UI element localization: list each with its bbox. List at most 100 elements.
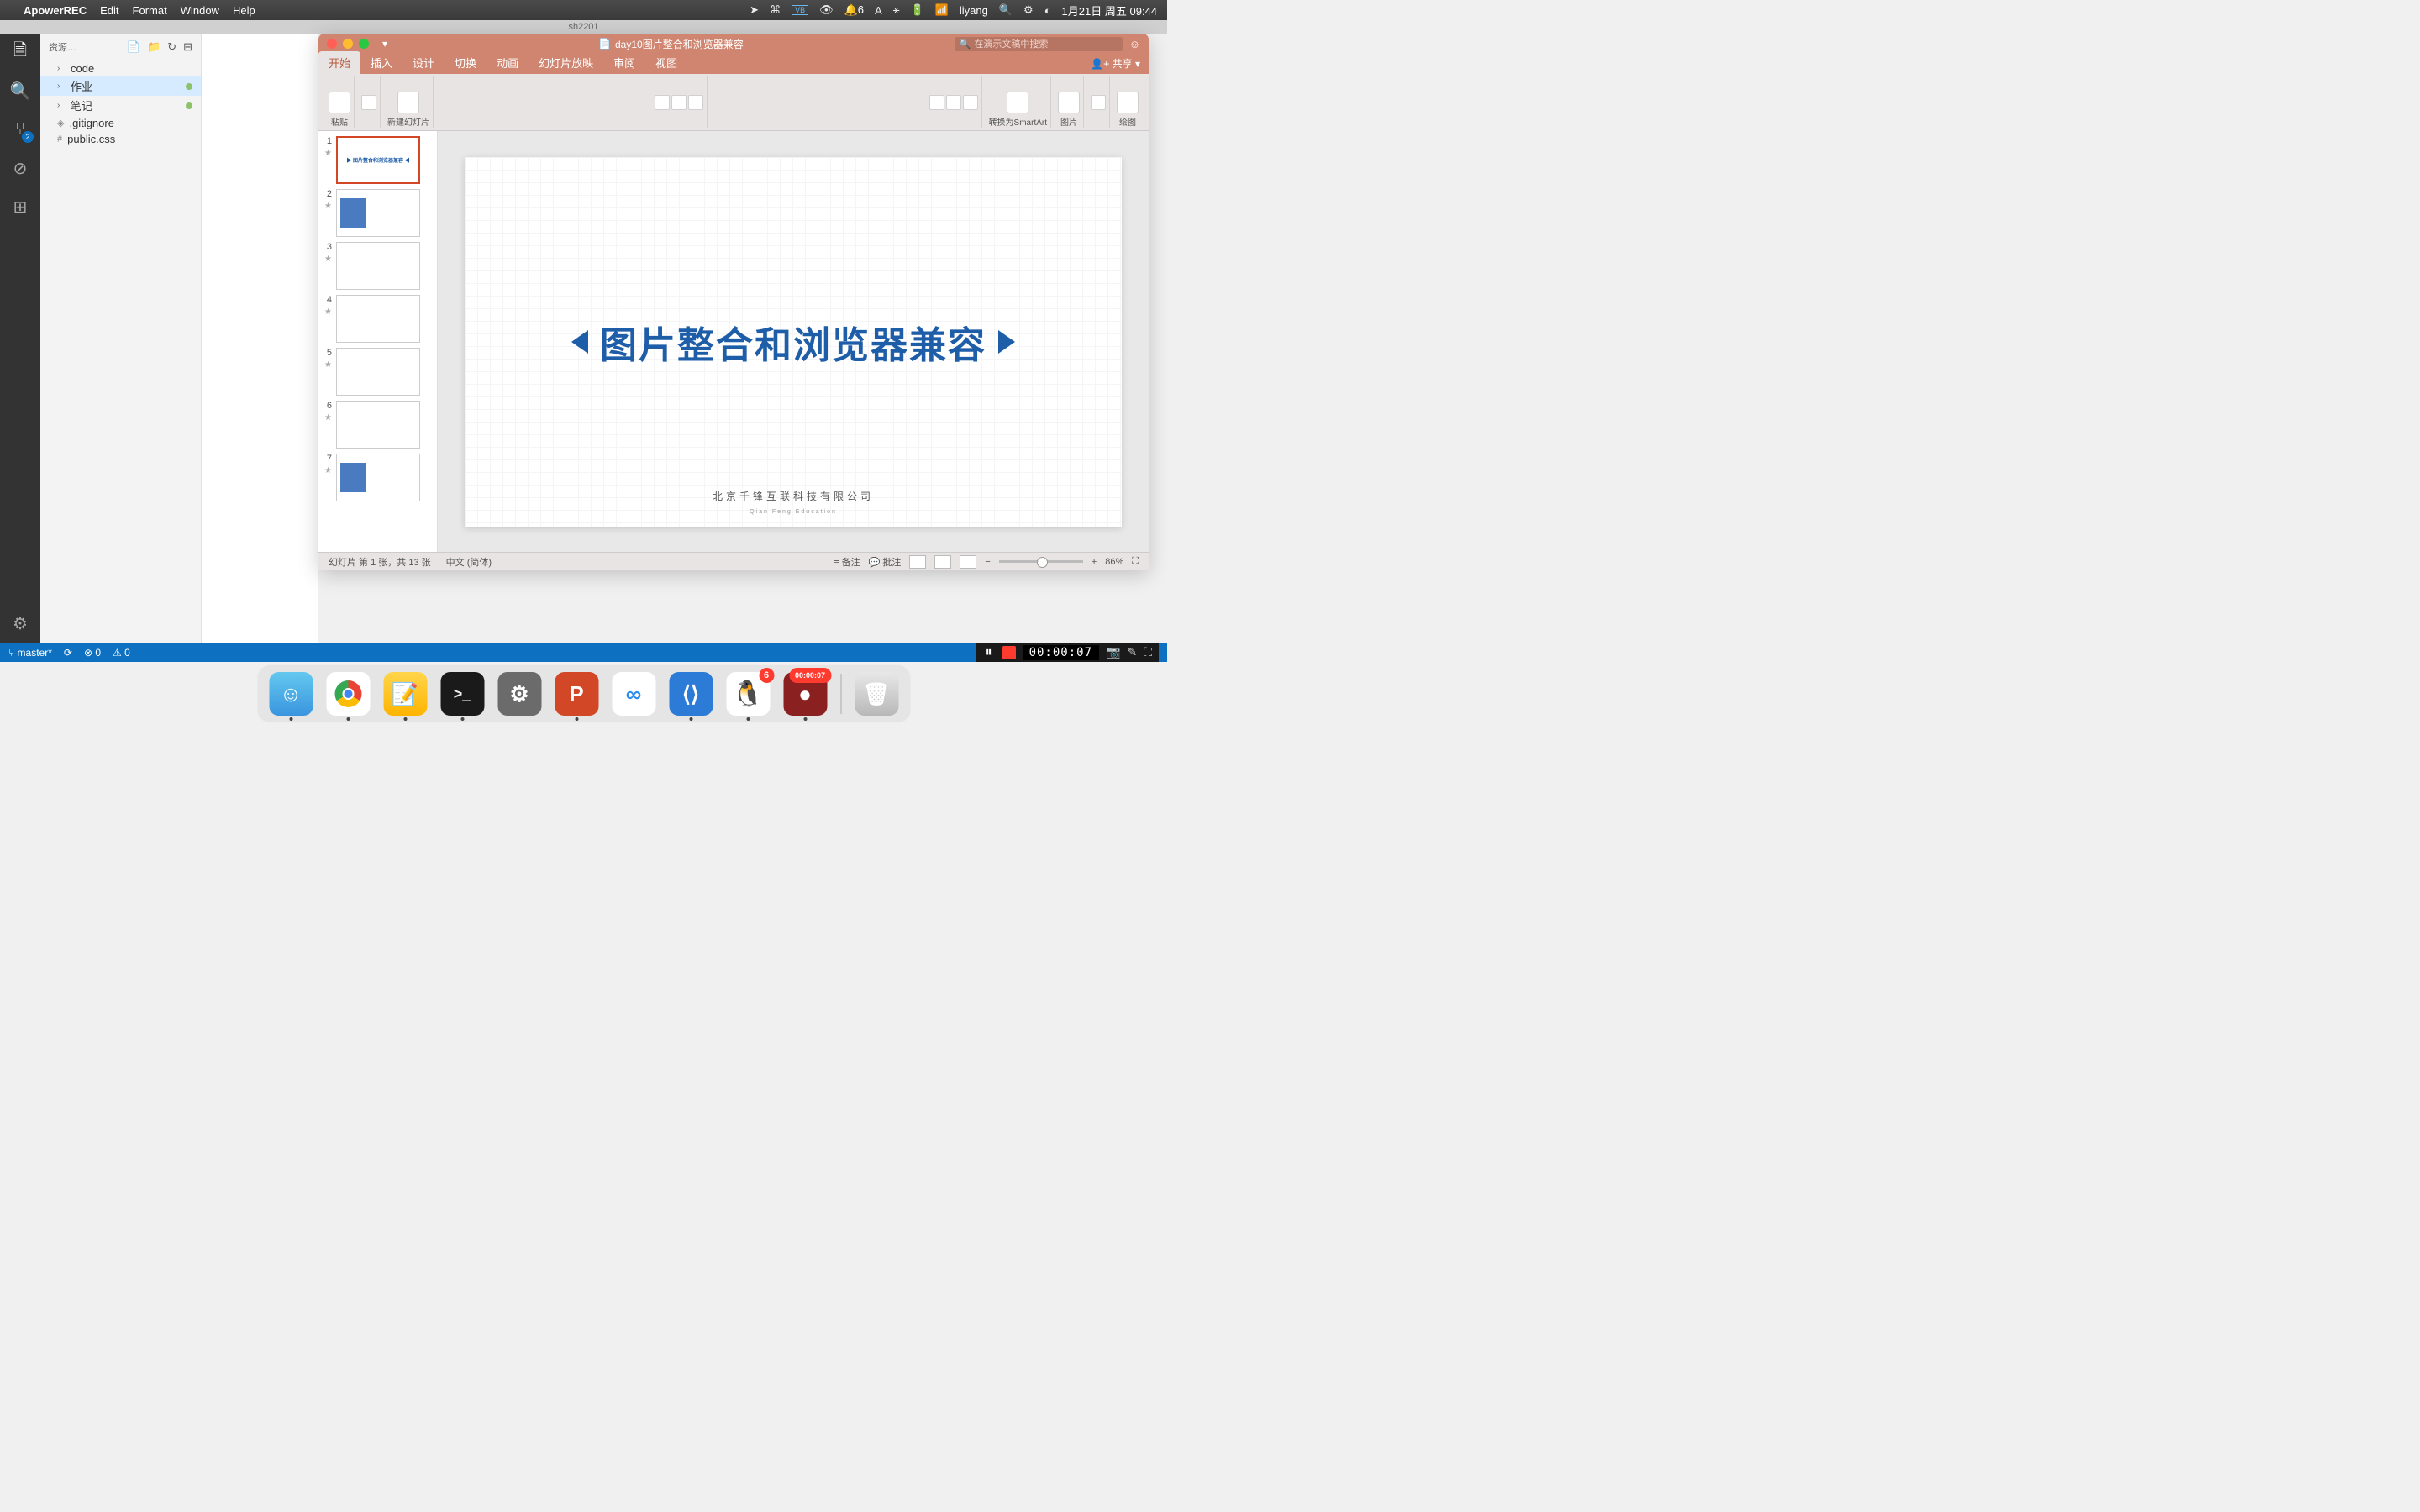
align-button[interactable] <box>963 95 978 110</box>
comments-button[interactable]: 💬 批注 <box>869 555 902 569</box>
git-branch[interactable]: ⑂ master* <box>8 647 52 659</box>
app-name[interactable]: ApowerREC <box>24 4 87 17</box>
menu-edit[interactable]: Edit <box>100 4 118 17</box>
file-public-css[interactable]: #public.css <box>40 131 201 147</box>
folder-homework[interactable]: ›作业 <box>40 76 201 96</box>
input-method-icon[interactable]: A <box>875 4 882 17</box>
collapse-icon[interactable]: ⊟ <box>183 40 192 54</box>
folder-code[interactable]: ›code <box>40 60 201 76</box>
chrome-app[interactable] <box>326 672 370 716</box>
zoom-slider[interactable] <box>999 560 1083 563</box>
smartart-group[interactable]: 转换为SmartArt <box>986 76 1051 128</box>
menu-window[interactable]: Window <box>181 4 219 17</box>
folder-notes[interactable]: ›笔记 <box>40 96 201 115</box>
zoom-in-button[interactable]: + <box>1092 557 1097 567</box>
tab-home[interactable]: 开始 <box>318 51 360 74</box>
arrange-button[interactable] <box>1091 95 1106 110</box>
picture-group[interactable]: 图片 <box>1055 76 1084 128</box>
normal-view-button[interactable] <box>909 555 926 569</box>
fit-button[interactable]: ⛶ <box>1132 556 1139 567</box>
location-icon[interactable]: ➤ <box>750 3 759 17</box>
minimize-button[interactable] <box>343 39 353 49</box>
thumbnail-6[interactable]: 6★ <box>324 401 432 449</box>
tab-insert[interactable]: 插入 <box>360 51 402 74</box>
language-indicator[interactable]: 中文 (简体) <box>446 555 492 569</box>
close-button[interactable] <box>327 39 337 49</box>
sorter-view-button[interactable] <box>934 555 951 569</box>
binoculars-icon[interactable]: 👁 <box>819 3 834 17</box>
new-folder-icon[interactable]: 📁 <box>147 40 160 54</box>
recorder-app[interactable]: ●00:00:07 <box>783 672 827 716</box>
bluetooth-icon[interactable]: ⚹ <box>893 3 900 17</box>
editor-tab[interactable]: sh2201 <box>568 22 598 32</box>
slide-thumbnails[interactable]: 1★▶ 图片整合和浏览器兼容 ◀ 2★ 3★ 4★ 5★ 6★ 7★ <box>318 131 438 552</box>
vb-indicator[interactable]: VB <box>792 5 808 15</box>
settings-app[interactable]: ⚙ <box>497 672 541 716</box>
underline-button[interactable] <box>688 95 703 110</box>
thumbnail-2[interactable]: 2★ <box>324 189 432 237</box>
baidu-app[interactable]: ∞ <box>612 672 655 716</box>
pen-icon[interactable]: ✎ <box>1127 645 1137 659</box>
notes-app[interactable]: 📝 <box>383 672 427 716</box>
thumbnail-4[interactable]: 4★ <box>324 295 432 343</box>
cut-button[interactable] <box>361 95 376 110</box>
paste-group[interactable]: 粘贴 <box>325 76 355 128</box>
thumbnail-5[interactable]: 5★ <box>324 348 432 396</box>
tab-slideshow[interactable]: 幻灯片放映 <box>529 51 603 74</box>
qat-dropdown[interactable]: ▾ <box>382 38 387 50</box>
tab-review[interactable]: 审阅 <box>603 51 645 74</box>
camera-icon[interactable]: 📷 <box>1106 645 1120 659</box>
refresh-icon[interactable]: ↻ <box>167 40 176 54</box>
menu-help[interactable]: Help <box>233 4 255 17</box>
clock[interactable]: 1月21日 周五 09:44 <box>1062 3 1157 18</box>
pause-button[interactable]: ⏸ <box>982 646 996 659</box>
battery-icon[interactable]: 🔋 <box>911 3 924 17</box>
reading-view-button[interactable] <box>960 555 976 569</box>
extensions-icon[interactable]: ⊞ <box>8 195 32 218</box>
new-slide-group[interactable]: 新建幻灯片 <box>384 76 434 128</box>
slide-canvas[interactable]: 图片整合和浏览器兼容 北京千锋互联科技有限公司 Qian Feng Educat… <box>438 131 1149 552</box>
qq-app[interactable]: 🐧6 <box>726 672 770 716</box>
trash-app[interactable]: 🗑 <box>855 672 898 716</box>
feedback-icon[interactable]: ☺ <box>1129 38 1140 50</box>
file-gitignore[interactable]: ◈.gitignore <box>40 115 201 131</box>
tab-design[interactable]: 设计 <box>402 51 445 74</box>
bold-button[interactable] <box>655 95 670 110</box>
search-icon[interactable]: 🔍 <box>8 79 32 102</box>
bullets-button[interactable] <box>929 95 944 110</box>
username[interactable]: liyang <box>960 4 988 17</box>
expand-icon[interactable]: ⛶ <box>1144 645 1152 659</box>
warnings-count[interactable]: ⚠ 0 <box>113 647 130 659</box>
menu-format[interactable]: Format <box>133 4 167 17</box>
explorer-icon[interactable]: 🗎 <box>8 40 32 64</box>
powerpoint-app[interactable]: P <box>555 672 598 716</box>
thumbnail-1[interactable]: 1★▶ 图片整合和浏览器兼容 ◀ <box>324 136 432 184</box>
vscode-app[interactable]: ⟨⟩ <box>669 672 713 716</box>
sync-button[interactable]: ⟳ <box>64 647 72 659</box>
slide-content[interactable]: 图片整合和浏览器兼容 北京千锋互联科技有限公司 Qian Feng Educat… <box>465 157 1122 527</box>
terminal-app[interactable]: >_ <box>440 672 484 716</box>
notes-button[interactable]: ≡ 备注 <box>834 555 860 569</box>
zoom-level[interactable]: 86% <box>1105 557 1123 567</box>
errors-count[interactable]: ⊗ 0 <box>84 647 101 659</box>
sync-icon[interactable]: ⌘ <box>770 3 781 17</box>
spotlight-icon[interactable]: 🔍 <box>999 3 1013 17</box>
italic-button[interactable] <box>671 95 687 110</box>
source-control-icon[interactable]: ⑂ <box>8 118 32 141</box>
siri-icon[interactable]: ◐ <box>1044 4 1051 17</box>
wifi-icon[interactable]: 📶 <box>935 3 949 17</box>
share-button[interactable]: 👤+ 共享 ▾ <box>1082 53 1149 74</box>
tab-view[interactable]: 视图 <box>645 51 687 74</box>
notification-icon[interactable]: 🔔6 <box>844 3 864 17</box>
tab-animation[interactable]: 动画 <box>487 51 529 74</box>
numbering-button[interactable] <box>946 95 961 110</box>
debug-icon[interactable]: ⊘ <box>8 156 32 180</box>
tab-transitions[interactable]: 切换 <box>445 51 487 74</box>
settings-icon[interactable]: ⚙ <box>13 613 28 634</box>
search-box[interactable]: 🔍 在演示文稿中搜索 <box>955 37 1123 51</box>
thumbnail-3[interactable]: 3★ <box>324 242 432 290</box>
zoom-out-button[interactable]: − <box>985 557 990 567</box>
thumbnail-7[interactable]: 7★ <box>324 454 432 501</box>
maximize-button[interactable] <box>359 39 369 49</box>
draw-group[interactable]: 绘图 <box>1113 76 1142 128</box>
